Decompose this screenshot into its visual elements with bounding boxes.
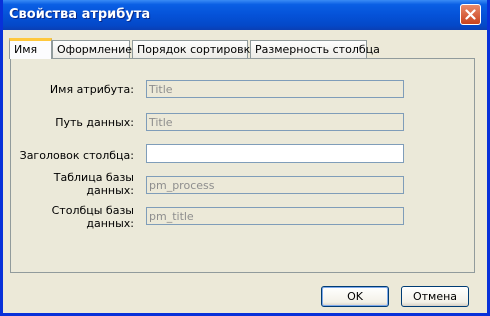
tab-column-size[interactable]: Размерность столбца bbox=[250, 40, 380, 58]
db-table-label: Таблица базы данных: bbox=[14, 171, 134, 197]
db-table-label-line2: данных: bbox=[86, 184, 134, 197]
tab-appearance-label: Оформление bbox=[57, 43, 132, 56]
tab-panel: Имя атрибута: Title Путь данных: Title З… bbox=[10, 58, 475, 273]
db-columns-label: Столбцы базы данных: bbox=[14, 204, 134, 230]
tab-sort-order[interactable]: Порядок сортировки bbox=[132, 40, 257, 58]
attr-name-field[interactable]: Title bbox=[146, 80, 404, 98]
tab-name[interactable]: Имя bbox=[9, 38, 52, 59]
db-columns-label-line1: Столбцы базы bbox=[51, 204, 134, 217]
title-bar[interactable]: Свойства атрибута bbox=[3, 0, 487, 30]
attr-name-label: Имя атрибута: bbox=[49, 83, 134, 96]
tab-column-size-label: Размерность столбца bbox=[255, 43, 380, 56]
column-header-label: Заголовок столбца: bbox=[19, 149, 134, 162]
close-button[interactable] bbox=[460, 4, 481, 25]
db-columns-label-line2: данных: bbox=[86, 217, 134, 230]
ok-button[interactable]: OK bbox=[321, 286, 389, 307]
close-icon bbox=[465, 9, 476, 20]
db-columns-field[interactable]: pm_title bbox=[146, 207, 404, 225]
data-path-label: Путь данных: bbox=[55, 116, 134, 129]
column-header-field[interactable] bbox=[146, 144, 404, 163]
tab-sort-order-label: Порядок сортировки bbox=[137, 43, 258, 56]
db-table-field[interactable]: pm_process bbox=[146, 176, 404, 194]
db-table-label-line1: Таблица базы bbox=[53, 171, 134, 184]
cancel-button[interactable]: Отмена bbox=[401, 286, 469, 307]
tab-name-label: Имя bbox=[14, 43, 38, 56]
data-path-field[interactable]: Title bbox=[146, 113, 404, 131]
tab-appearance[interactable]: Оформление bbox=[52, 40, 132, 58]
window-title: Свойства атрибута bbox=[9, 7, 151, 22]
